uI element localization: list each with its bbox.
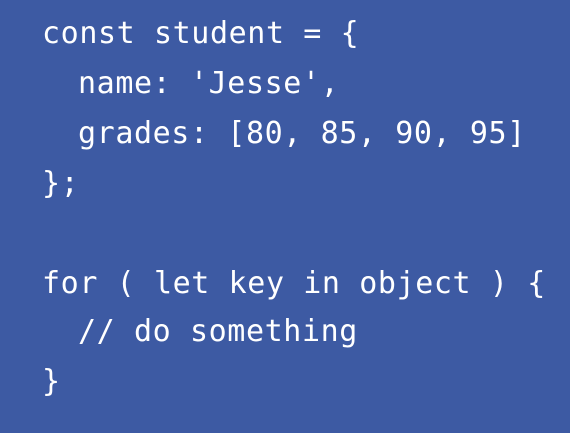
code-line-name: name: 'Jesse', (78, 66, 340, 101)
code-line-for-loop: for ( let key in object ) { (42, 266, 546, 301)
code-line-close-object: }; (42, 166, 80, 201)
code-line-const-student: const student = { (42, 16, 360, 51)
code-line-comment: // do something (78, 314, 358, 349)
code-slide: const student = { name: 'Jesse', grades:… (0, 0, 570, 433)
code-line-grades: grades: [80, 85, 90, 95] (78, 116, 526, 151)
code-line-close-loop: } (42, 364, 61, 399)
